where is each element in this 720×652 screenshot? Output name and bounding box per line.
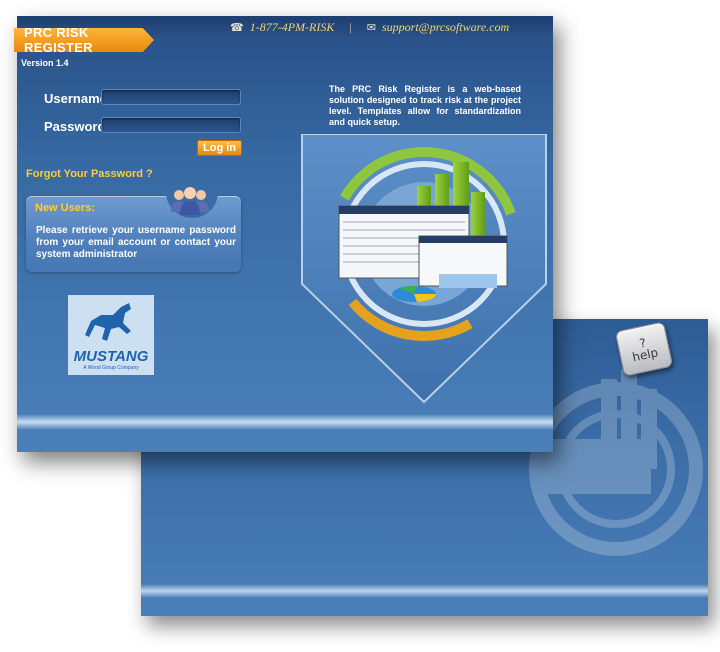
product-hero-graphic <box>301 134 547 404</box>
username-label: Username <box>44 91 107 106</box>
product-description: The PRC Risk Register is a web-based sol… <box>329 84 521 127</box>
contact-info: ☎ 1-877-4PM-RISK | ✉ support@prcsoftware.c… <box>230 20 509 35</box>
login-button[interactable]: Log in <box>197 140 242 156</box>
support-email[interactable]: support@prcsoftware.com <box>382 20 509 34</box>
password-input[interactable] <box>101 117 241 133</box>
phone-icon: ☎ <box>230 22 244 34</box>
password-label: Password <box>44 119 106 134</box>
email-icon: ✉ <box>366 22 376 34</box>
phone-number: 1-877-4PM-RISK <box>249 20 335 34</box>
mustang-logo: MUSTANG A Wood Group Company <box>68 295 154 375</box>
version-label: Version 1.4 <box>21 58 69 68</box>
logo-tagline: A Wood Group Company <box>83 365 139 371</box>
logo-name: MUSTANG <box>73 348 149 365</box>
app-title-tab: PRC RISK REGISTER <box>14 28 154 52</box>
horse-icon <box>85 303 131 341</box>
forgot-password-link[interactable]: Forgot Your Password ? <box>26 168 153 180</box>
help-label: help <box>631 345 660 365</box>
new-users-text: Please retrieve your username password f… <box>36 225 236 260</box>
username-input[interactable] <box>101 89 241 105</box>
contact-separator: | <box>349 20 352 34</box>
users-icon <box>171 187 209 215</box>
new-users-title: New Users: <box>35 202 95 214</box>
login-panel: ☎ 1-877-4PM-RISK | ✉ support@prcsoftware.c… <box>17 16 553 452</box>
